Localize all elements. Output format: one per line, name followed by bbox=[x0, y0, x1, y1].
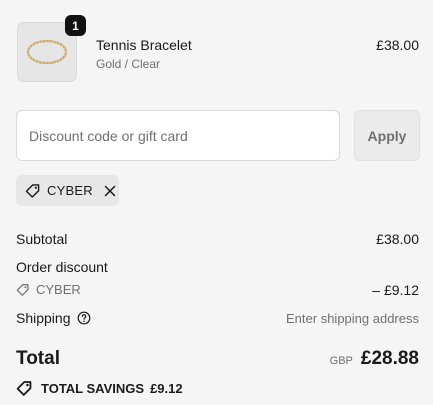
tag-icon bbox=[16, 283, 29, 296]
discount-amount: – £9.12 bbox=[372, 282, 419, 298]
help-circle-icon[interactable] bbox=[77, 311, 91, 325]
currency-code: GBP bbox=[329, 355, 353, 367]
total-amount: GBP £28.88 bbox=[330, 348, 419, 370]
subtotal-value: £38.00 bbox=[376, 231, 419, 247]
product-variant: Gold / Clear bbox=[96, 57, 161, 71]
discount-code-text: CYBER bbox=[36, 282, 81, 297]
quantity-badge: 1 bbox=[65, 15, 86, 36]
applied-code-label: CYBER bbox=[47, 183, 93, 198]
shipping-row: Shipping bbox=[16, 310, 91, 326]
savings-value: £9.12 bbox=[150, 381, 183, 396]
close-icon[interactable] bbox=[103, 184, 117, 198]
product-price: £38.00 bbox=[376, 37, 419, 53]
bracelet-image bbox=[26, 39, 68, 65]
discount-code-input[interactable] bbox=[16, 110, 340, 161]
apply-button[interactable]: Apply bbox=[354, 110, 420, 161]
tag-icon bbox=[16, 381, 32, 396]
savings-label: TOTAL SAVINGS bbox=[41, 381, 145, 396]
subtotal-label: Subtotal bbox=[16, 231, 68, 247]
discount-code-row: CYBER bbox=[16, 282, 81, 297]
tag-icon bbox=[25, 183, 41, 199]
total-value: £28.88 bbox=[360, 348, 419, 369]
applied-discount-chip: CYBER bbox=[16, 175, 119, 206]
total-label: Total bbox=[16, 348, 60, 369]
order-discount-label: Order discount bbox=[16, 259, 108, 275]
product-name: Tennis Bracelet bbox=[96, 37, 192, 53]
shipping-value: Enter shipping address bbox=[286, 311, 419, 326]
shipping-label: Shipping bbox=[16, 310, 71, 326]
total-savings: TOTAL SAVINGS £9.12 bbox=[16, 380, 183, 397]
